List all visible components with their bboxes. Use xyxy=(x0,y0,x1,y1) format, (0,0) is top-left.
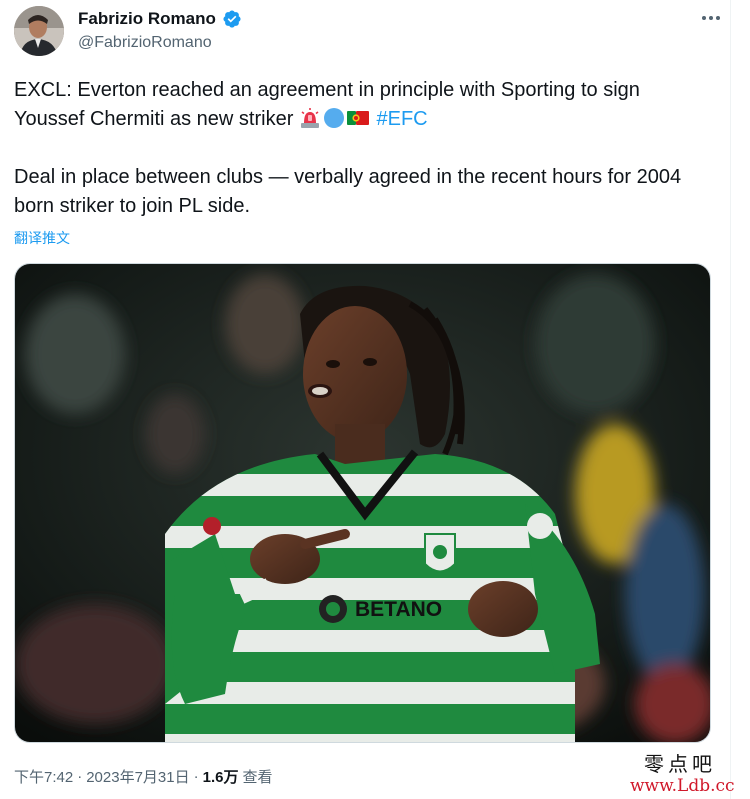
tweet-body: EXCL: Everton reached an agreement in pr… xyxy=(14,76,714,221)
police-light-emoji-icon xyxy=(299,107,321,129)
tweet-meta: 下午7:42 · 2023年7月31日 · 1.6万 查看 xyxy=(14,766,272,787)
football-player-photo: BETANO xyxy=(15,264,710,742)
watermark-title: 零点吧 xyxy=(644,752,716,776)
meta-separator: · xyxy=(77,768,83,785)
verified-badge-icon xyxy=(222,9,242,29)
author-handle[interactable]: @FabrizioRomano xyxy=(78,34,242,52)
site-watermark: 零点吧 www.Ldb.cc xyxy=(630,748,745,796)
more-horizontal-icon[interactable] xyxy=(697,8,725,28)
author-names: Fabrizio Romano @FabrizioRomano xyxy=(78,8,242,52)
tweet-media-photo[interactable]: BETANO xyxy=(14,263,711,743)
tweet-card: Fabrizio Romano @FabrizioRomano EXCL: Ev… xyxy=(0,0,750,799)
views-label: 查看 xyxy=(242,769,273,786)
hashtag-link[interactable]: #EFC xyxy=(376,108,427,130)
portugal-flag-emoji-icon xyxy=(346,107,369,129)
divider xyxy=(730,0,731,799)
tweet-paragraph-2: Deal in place between clubs — verbally a… xyxy=(14,166,682,217)
jersey-sponsor-text: BETANO xyxy=(355,598,442,621)
translate-tweet-link[interactable]: 翻译推文 xyxy=(14,228,70,248)
views-count: 1.6万 xyxy=(202,769,239,786)
tweet-paragraph-1: EXCL: Everton reached an agreement in pr… xyxy=(14,76,714,134)
author-avatar[interactable] xyxy=(14,6,64,56)
tweet-date[interactable]: 2023年7月31日 xyxy=(86,766,189,787)
tweet-time[interactable]: 下午7:42 xyxy=(14,766,73,787)
tweet-header: Fabrizio Romano @FabrizioRomano xyxy=(14,6,729,58)
meta-separator-2: · xyxy=(193,768,199,785)
watermark-url: www.Ldb.cc xyxy=(630,776,735,796)
blue-circle-emoji-icon xyxy=(323,107,345,129)
author-display-name[interactable]: Fabrizio Romano xyxy=(78,9,216,29)
